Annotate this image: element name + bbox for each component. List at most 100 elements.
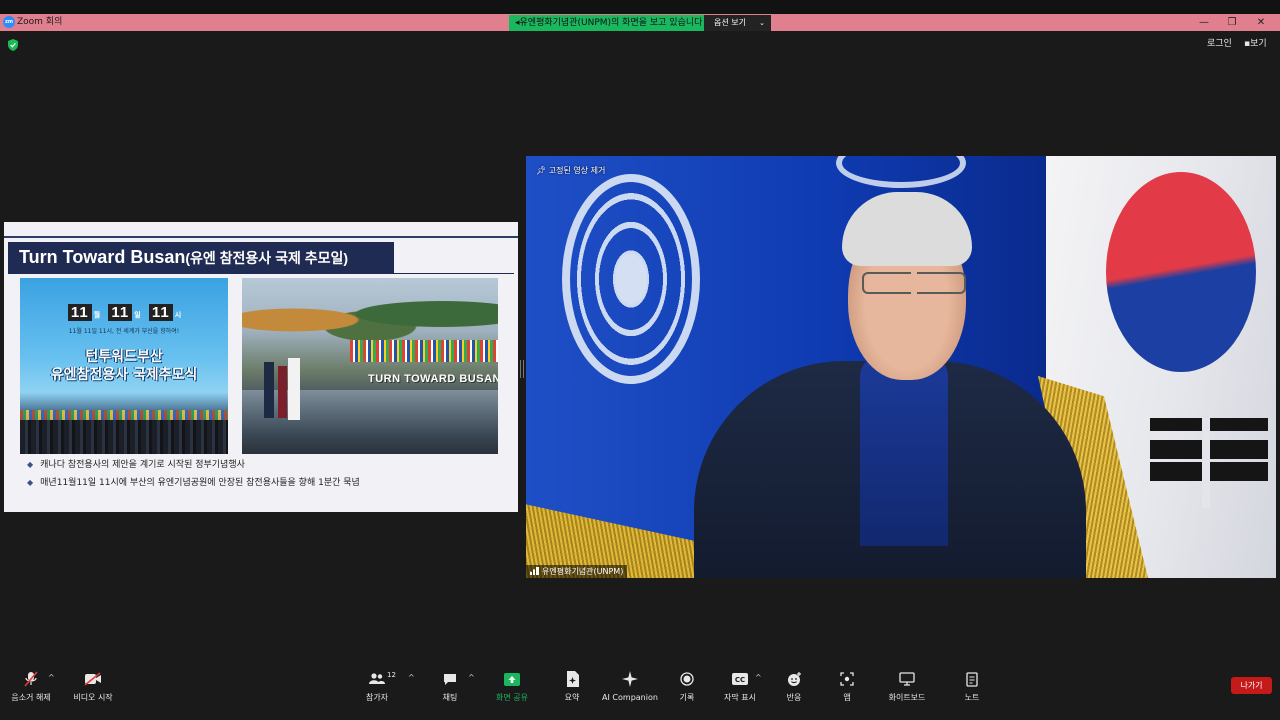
poster-unit-day: 일 xyxy=(134,312,142,319)
slide-title-rule xyxy=(8,273,514,274)
summary-document-icon xyxy=(558,670,586,688)
audio-options-caret-icon[interactable]: ^ xyxy=(48,673,55,682)
whiteboard-icon xyxy=(884,670,930,688)
poster-date: 11 월 11 일 11 시 xyxy=(20,304,228,321)
reactions-label: 반응 xyxy=(786,693,802,702)
chat-caret-icon[interactable]: ^ xyxy=(468,673,475,682)
participant-name-tag: 유엔평화기념관(UNPM) xyxy=(526,565,628,578)
whiteboard-button[interactable]: 화이트보드 xyxy=(884,670,930,703)
taegeuk-symbol xyxy=(1106,172,1256,372)
poster-heading-1: 턴투워드부산 xyxy=(85,349,163,365)
chat-button[interactable]: 채팅 xyxy=(435,670,465,703)
captions-caret-icon[interactable]: ^ xyxy=(755,673,762,682)
diamond-bullet-icon: ◆ xyxy=(27,460,34,469)
notes-button[interactable]: 노트 xyxy=(961,670,983,703)
screen-share-banner: ◂유엔평화기념관(UNPM)의 화면을 보고 있습니다 xyxy=(509,15,709,31)
signin-button[interactable]: 로그인 xyxy=(1207,37,1232,51)
participants-count: 12 xyxy=(387,671,396,679)
chevron-down-icon: ⌄ xyxy=(759,19,765,27)
speaker-glasses xyxy=(862,272,966,294)
zoom-logo-icon: zm xyxy=(3,16,15,28)
maximize-button[interactable]: ❐ xyxy=(1225,15,1239,30)
pinned-video-tile[interactable]: 📌︎ 고정된 영상 제거 유엔평화기념관(UNPM) xyxy=(526,156,1276,578)
photo-sign: TURN TOWARD BUSAN xyxy=(368,373,498,385)
poster-crowd xyxy=(20,420,228,454)
photo-trees xyxy=(242,284,498,344)
poster-number-day: 11 xyxy=(108,304,133,321)
unpin-video-button[interactable]: 📌︎ 고정된 영상 제거 xyxy=(536,165,605,177)
poster-number-hour: 11 xyxy=(148,304,173,321)
ceremony-photo: TURN TOWARD BUSAN xyxy=(242,278,498,454)
share-screen-label: 화면 공유 xyxy=(496,693,528,702)
slide-title-kr: (유엔 참전용사 국제 추모일) xyxy=(185,250,349,266)
apps-button[interactable]: 앱 xyxy=(836,670,858,703)
chat-label: 채팅 xyxy=(442,693,458,702)
view-options-button[interactable]: 옵션 보기 ⌄ xyxy=(704,15,771,31)
share-screen-icon xyxy=(492,670,532,688)
record-button[interactable]: 기록 xyxy=(674,670,700,703)
record-icon xyxy=(674,670,700,688)
photo-honor-guard xyxy=(288,358,300,420)
reactions-button[interactable]: 반응 xyxy=(780,670,808,703)
notes-label: 노트 xyxy=(964,693,980,702)
split-resize-handle[interactable] xyxy=(520,360,524,378)
minimize-button[interactable]: — xyxy=(1197,15,1211,30)
leave-meeting-button[interactable]: 나가기 xyxy=(1231,677,1272,694)
photo-honor-guard xyxy=(278,366,287,418)
photo-flag-row xyxy=(350,340,498,362)
closed-captions-icon: CC xyxy=(720,670,760,688)
slide-bullet: ◆ 캐나다 참전용사의 제안을 계기로 시작된 정부기념행사 xyxy=(27,459,245,471)
captions-label: 자막 표시 xyxy=(724,693,756,702)
participants-caret-icon[interactable]: ^ xyxy=(408,673,415,682)
svg-text:CC: CC xyxy=(735,676,745,684)
bullet-text: 캐나다 참전용사의 제안을 계기로 시작된 정부기념행사 xyxy=(40,460,245,470)
pin-icon: 📌︎ xyxy=(536,166,547,175)
window-title: Zoom 회의 xyxy=(17,17,63,27)
sparkle-icon xyxy=(602,670,658,688)
view-button[interactable]: ▪︎보기 xyxy=(1244,37,1267,51)
participant-name: 유엔평화기념관(UNPM) xyxy=(542,567,624,576)
summary-button[interactable]: 요약 xyxy=(558,670,586,703)
speaker-turtleneck xyxy=(860,356,948,546)
whiteboard-label: 화이트보드 xyxy=(888,693,926,702)
poster-subtitle: 11월 11일 11시, 전 세계가 부산을 향하여! xyxy=(68,328,180,335)
poster-flags xyxy=(20,410,228,420)
summary-label: 요약 xyxy=(564,693,580,702)
apps-label: 앱 xyxy=(843,693,851,702)
slide-title: Turn Toward Busan(유엔 참전용사 국제 추모일) xyxy=(8,242,394,273)
apps-icon xyxy=(836,670,858,688)
ai-companion-button[interactable]: AI Companion xyxy=(602,670,658,703)
un-emblem-flag xyxy=(562,174,700,384)
chat-bubble-icon xyxy=(435,670,465,688)
start-video-label: 비디오 시작 xyxy=(73,693,113,702)
poster-number-month: 11 xyxy=(67,304,92,321)
meeting-toolbar: 음소거 해제 ^ 비디오 시작 참가자 12 ^ 채팅 ^ 화면 공유 요약 A… xyxy=(0,662,1280,720)
diamond-bullet-icon: ◆ xyxy=(27,478,34,487)
ai-companion-label: AI Companion xyxy=(602,693,658,702)
share-banner-text: 유엔평화기념관(UNPM)의 화면을 보고 있습니다 xyxy=(519,18,703,28)
view-options-label: 옵션 보기 xyxy=(714,18,746,27)
bullet-text: 매년11월11일 11시에 부산의 유엔기념공원에 안장된 참전용사들을 향해 … xyxy=(40,478,360,488)
start-video-button[interactable]: 비디오 시작 xyxy=(68,670,118,703)
slide-top-rule xyxy=(4,236,518,238)
notes-icon xyxy=(961,670,983,688)
trigram-bottom xyxy=(1150,446,1268,508)
close-button[interactable]: ✕ xyxy=(1254,15,1268,30)
view-label: 보기 xyxy=(1250,39,1267,49)
share-screen-button[interactable]: 화면 공유 xyxy=(492,670,532,703)
signal-strength-icon xyxy=(530,567,539,575)
poster-heading-2: 유엔참전용사 국제추모식 xyxy=(50,367,198,383)
encryption-shield-icon[interactable] xyxy=(8,39,18,51)
participants-label: 참가자 xyxy=(365,693,389,702)
slide-title-en: Turn Toward Busan xyxy=(19,247,186,267)
captions-button[interactable]: CC 자막 표시 xyxy=(720,670,760,703)
unmute-label: 음소거 해제 xyxy=(11,693,51,702)
photo-honor-guard xyxy=(264,362,274,418)
poster-unit-hour: 시 xyxy=(174,312,183,319)
shared-slide: Turn Toward Busan(유엔 참전용사 국제 추모일) 11 월 11… xyxy=(4,222,518,512)
record-label: 기록 xyxy=(679,693,695,702)
poster-image: 11 월 11 일 11 시 11월 11일 11시, 전 세계가 부산을 향하여! … xyxy=(20,278,228,454)
camera-off-icon xyxy=(68,670,118,688)
emoji-plus-icon xyxy=(780,670,808,688)
slide-bullet: ◆ 매년11월11일 11시에 부산의 유엔기념공원에 안장된 참전용사들을 향해… xyxy=(27,477,360,489)
